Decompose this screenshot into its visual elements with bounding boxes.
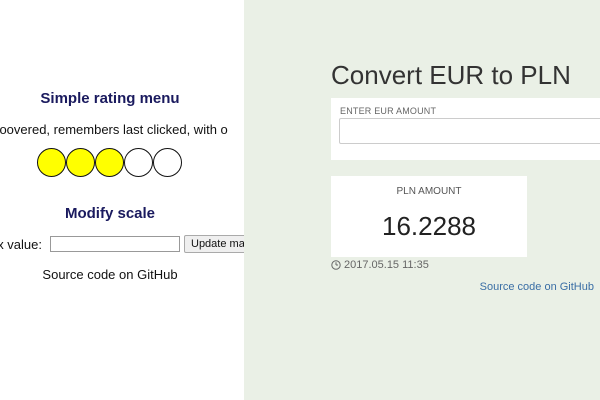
rate-timestamp: 2017.05.15 11:35 [331, 259, 429, 271]
pln-amount-value: 16.2288 [382, 211, 476, 241]
rating-star-1[interactable] [37, 148, 66, 177]
converter-panel: Convert EUR to PLN ENTER EUR AMOUNT PLN … [244, 0, 600, 400]
eur-amount-input[interactable] [339, 118, 600, 144]
rating-menu-title: Simple rating menu [40, 90, 180, 107]
page: Simple rating menu hoovered, remembers l… [0, 0, 600, 400]
pln-amount-card: PLN AMOUNT 16.2288 [331, 176, 527, 257]
rating-stars [37, 148, 182, 178]
rating-star-4[interactable] [124, 148, 153, 177]
rating-demo-panel: Simple rating menu hoovered, remembers l… [0, 0, 244, 400]
rating-star-5[interactable] [153, 148, 182, 177]
converter-source-code-link[interactable]: Source code on GitHub [480, 281, 594, 293]
update-max-button[interactable]: Update max [184, 235, 244, 253]
eur-amount-label: ENTER EUR AMOUNT [340, 106, 437, 116]
max-value-input[interactable] [50, 236, 180, 252]
timestamp-text: 2017.05.15 11:35 [344, 259, 429, 271]
clock-icon [331, 260, 341, 270]
rating-description: hoovered, remembers last clicked, with o [0, 122, 228, 137]
pln-amount-label: PLN AMOUNT [396, 186, 462, 197]
converter-title: Convert EUR to PLN [331, 60, 571, 90]
rating-star-3[interactable] [95, 148, 124, 177]
rating-star-2[interactable] [66, 148, 95, 177]
source-code-link[interactable]: Source code on GitHub [0, 267, 244, 282]
scale-form: x value: Update max [0, 235, 244, 255]
eur-amount-card: ENTER EUR AMOUNT [331, 98, 600, 160]
max-value-label: x value: [0, 237, 42, 252]
modify-scale-title: Modify scale [64, 205, 156, 222]
